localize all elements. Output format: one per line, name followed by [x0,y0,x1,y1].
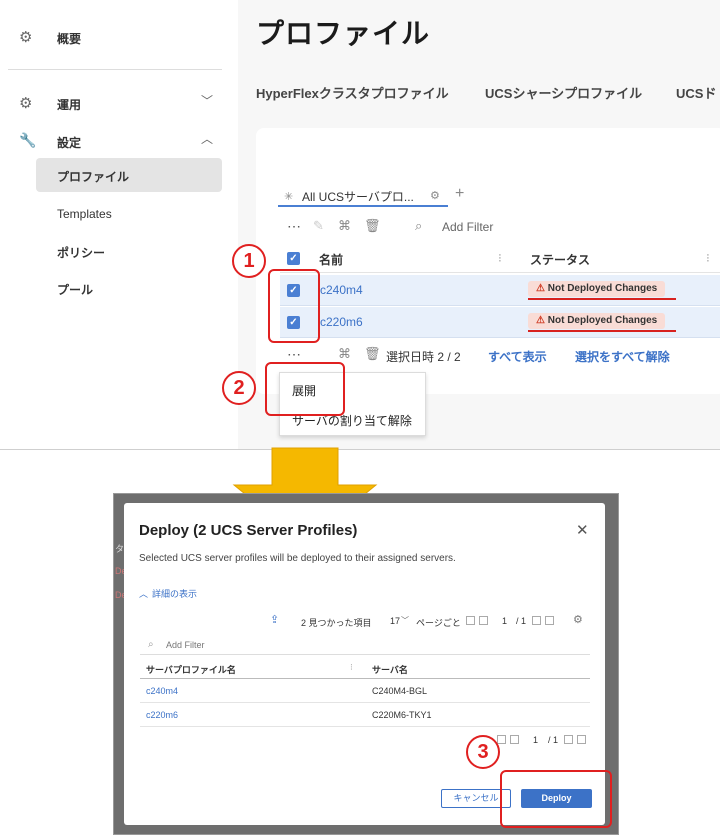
status-text: Not Deployed Changes [547,315,658,326]
next-page-button[interactable] [564,735,573,744]
column-header-server-profile-name[interactable]: サーバプロファイル名 [146,663,236,676]
sidebar-overview[interactable]: 概要 [57,30,81,47]
server-name: C240M4-BGL [372,686,428,696]
status-badge: ⚠ Not Deployed Changes [528,281,666,297]
background-fragment: タ [115,544,125,554]
wrench-icon: 🔧 [19,132,37,148]
column-header-name[interactable]: 名前 [319,251,343,268]
column-resize-handle[interactable]: ⁝ [498,251,502,265]
found-count: 2 見つかった項目 [301,618,372,628]
show-details-toggle[interactable]: 詳細の表示 [152,587,197,600]
dialog-description: Selected UCS server profiles will be dep… [139,553,456,564]
filter-input[interactable]: Add Filter [166,640,205,650]
per-page-select[interactable]: 17 [390,616,400,626]
row-divider [140,726,590,727]
profile-link[interactable]: c240m4 [146,686,178,696]
page-title: プロファイル [256,18,431,49]
tab-hyperflex-cluster-profiles[interactable]: HyperFlexクラスタプロファイル [256,83,449,102]
prev-page-button[interactable] [510,735,519,744]
chevron-down-icon[interactable]: ﹀ [401,615,409,626]
close-icon[interactable]: ✕ [576,521,589,539]
red-underline [528,298,676,300]
page-total: / 1 [516,616,527,626]
sidebar-item-pools[interactable]: プール [57,281,93,298]
page-input[interactable]: 1 [533,735,538,745]
first-page-button[interactable] [466,616,475,625]
active-tab-underline [278,205,448,207]
warning-icon: ⚠ [536,315,545,326]
tag-icon[interactable]: ⌘ [338,346,351,362]
column-header-status[interactable]: ステータス [530,251,590,268]
column-header-server-name[interactable]: サーバ名 [372,663,408,676]
header-divider [140,678,590,679]
export-icon[interactable]: ⇪ [270,613,279,626]
server-name: C220M6-TKY1 [372,710,432,720]
selection-count: 選択日時 2 / 2 [386,350,461,364]
prev-page-button[interactable] [479,616,488,625]
sidebar-operate[interactable]: 運用 [57,96,81,113]
callout-box-deploy-button [500,770,612,828]
settings-icon[interactable]: ⚙ [430,189,440,202]
callout-box-checkboxes [268,269,320,343]
per-page-label: ページごと [416,618,461,628]
status-text: Not Deployed Changes [547,283,658,294]
callout-number-2: 2 [222,371,256,405]
chevron-up-icon[interactable]: ︿ [139,587,148,600]
sidebar: ⚙ 概要 ⚙ 運用 ﹀ 🔧 設定 ︿ プロファイル Templates ポリシー… [0,0,238,449]
filter-input[interactable]: Add Filter [442,220,493,234]
callout-box-deploy [265,362,345,416]
sidebar-divider [8,69,222,70]
overview-icon: ⚙ [19,29,33,46]
column-resize-handle[interactable]: ⁝ [350,662,353,673]
first-page-button[interactable] [497,735,506,744]
column-resize-handle[interactable]: ⁝ [706,251,710,265]
profile-link[interactable]: c240m4 [320,283,363,297]
tab-ucs-chassis-profiles[interactable]: UCSシャーシプロファイル [485,83,642,102]
row-divider [140,702,590,703]
dialog-title: Deploy (2 UCS Server Profiles) [139,522,358,539]
sidebar-item-policies[interactable]: ポリシー [57,244,105,261]
divider [140,654,590,655]
sidebar-item-profiles[interactable]: プロファイル [57,168,129,185]
delete-icon[interactable]: 🗑 [364,346,381,362]
sidebar-item-templates[interactable]: Templates [57,207,112,221]
settings-icon[interactable]: ⚙ [573,613,583,626]
callout-number-1: 1 [232,244,266,278]
select-all-checkbox[interactable]: ✓ [287,252,300,265]
add-tab-icon[interactable]: + [455,185,464,203]
more-actions-icon[interactable]: ⋯ [287,346,301,363]
page-input[interactable]: 1 [502,616,507,626]
warning-icon: ⚠ [536,283,545,294]
search-icon: ⌕ [415,218,423,233]
last-page-button[interactable] [577,735,586,744]
intersight-profiles-screenshot: ⚙ 概要 ⚙ 運用 ﹀ 🔧 設定 ︿ プロファイル Templates ポリシー… [0,0,720,450]
delete-icon[interactable]: 🗑 [364,218,381,234]
next-page-button[interactable] [532,616,541,625]
tab-ucs-domain-profiles[interactable]: UCSド [676,83,716,102]
filter-tab-all-ucs-server-profiles[interactable]: All UCSサーバプロ... [302,188,414,205]
last-page-button[interactable] [545,616,554,625]
search-icon: ⌕ [148,639,154,650]
tag-icon[interactable]: ⌘ [338,218,351,234]
edit-icon[interactable]: ✎ [313,218,324,234]
profile-link[interactable]: c220m6 [146,710,178,720]
show-all-link[interactable]: すべて表示 [488,348,547,365]
sidebar-configure[interactable]: 設定 [57,134,81,151]
asterisk-icon: ✳ [284,191,294,203]
operate-icon: ⚙ [19,95,33,112]
page-total: / 1 [548,735,559,745]
profile-link[interactable]: c220m6 [320,315,363,329]
chevron-up-icon[interactable]: ︿ [201,130,213,147]
more-actions-icon[interactable]: ⋯ [287,218,301,235]
chevron-down-icon[interactable]: ﹀ [201,92,213,109]
red-underline [528,330,676,332]
callout-number-3: 3 [466,735,500,769]
deselect-all-link[interactable]: 選択をすべて解除 [575,348,670,365]
status-badge: ⚠ Not Deployed Changes [528,313,666,329]
